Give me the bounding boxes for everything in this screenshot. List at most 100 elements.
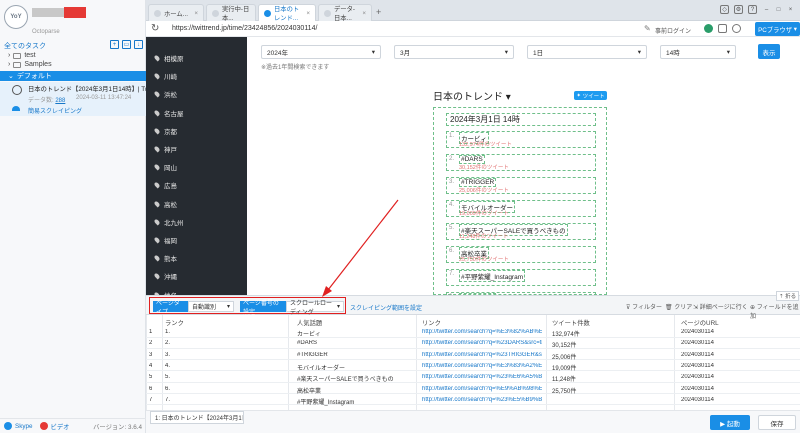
trend-heading[interactable]: 日本のトレンド ▾: [433, 88, 511, 103]
city-item[interactable]: 福岡: [153, 235, 177, 245]
city-item[interactable]: 京都: [153, 126, 177, 136]
maximize-icon[interactable]: □: [774, 5, 783, 14]
detail-page-button[interactable]: ⇲ 詳細ページに行く: [693, 302, 748, 311]
trend-name[interactable]: #平野紫耀_Instagram: [459, 270, 526, 282]
table-cell[interactable]: 2024030114: [681, 386, 791, 392]
folder-test[interactable]: › test: [8, 52, 36, 59]
table-cell[interactable]: #TRIGGER: [297, 352, 415, 358]
import-icon[interactable]: ↓: [134, 40, 143, 49]
task-title[interactable]: 日本のトレンド【2024年3月1日14時】| Tw...: [28, 84, 154, 93]
city-item[interactable]: 高松: [153, 199, 177, 209]
clear-button[interactable]: 🗑 クリア: [665, 302, 692, 311]
pre-login-button[interactable]: 事前ログイン: [655, 26, 691, 35]
city-item[interactable]: 浜松: [153, 89, 177, 99]
table-cell[interactable]: カービィ: [297, 329, 415, 338]
all-tasks-title[interactable]: 全てのタスク: [4, 41, 46, 51]
table-cell[interactable]: 1.: [165, 329, 275, 335]
table-cell[interactable]: 3.: [165, 352, 275, 358]
city-item[interactable]: 広島: [153, 180, 177, 190]
table-cell[interactable]: #平野紫耀_Instagram: [297, 397, 415, 406]
table-cell[interactable]: http://twitter.com/search?q=%23%E6%A5%BD…: [422, 374, 542, 380]
gift-icon[interactable]: ◇: [720, 5, 729, 14]
data-count-link[interactable]: 288: [55, 98, 65, 104]
table-cell[interactable]: 25,006件: [552, 352, 662, 361]
tab-running[interactable]: 実行中-日本...: [206, 4, 256, 21]
city-item[interactable]: 相模原: [153, 53, 184, 63]
table-cell[interactable]: 2024030114: [681, 340, 791, 346]
new-task-icon[interactable]: +: [110, 40, 119, 49]
table-cell[interactable]: 132,974件: [552, 329, 662, 338]
show-button[interactable]: 表示: [758, 44, 780, 59]
table-cell[interactable]: http://twitter.com/search?q=%E3%82%AB%E3…: [422, 329, 542, 335]
status-icon[interactable]: [704, 24, 713, 33]
folder-samples[interactable]: › Samples: [8, 61, 52, 68]
tab-trend[interactable]: 日本のトレンド... ×: [258, 4, 316, 21]
table-cell[interactable]: 11,248件: [552, 374, 662, 383]
filter-button[interactable]: ⊽ フィルター: [626, 302, 662, 311]
day-select[interactable]: 1日 ▾: [527, 45, 647, 59]
city-item[interactable]: 岡山: [153, 162, 177, 172]
table-cell[interactable]: http://twitter.com/search?q=%E9%AB%98%E6…: [422, 386, 542, 392]
table-cell[interactable]: 2024030114: [681, 397, 791, 403]
table-cell[interactable]: 2024030114: [681, 363, 791, 369]
scroll-range-link[interactable]: スクレイピング範囲を設定: [350, 303, 422, 312]
close-icon[interactable]: ×: [194, 10, 198, 17]
cookie-icon[interactable]: [718, 24, 727, 33]
table-cell[interactable]: 4.: [165, 363, 275, 369]
table-cell[interactable]: #楽天スーパーSALEで買うべきもの: [297, 374, 415, 383]
table-cell[interactable]: 2024030114: [681, 352, 791, 358]
close-icon[interactable]: ×: [362, 10, 366, 17]
table-cell[interactable]: 6.: [165, 386, 275, 392]
table-cell[interactable]: 2.: [165, 340, 275, 346]
folder-default[interactable]: ⌄ デフォルト: [0, 71, 146, 81]
table-cell[interactable]: 2024030114: [681, 374, 791, 380]
url-input[interactable]: https://twittrend.jp/time/23424856/20240…: [172, 25, 317, 32]
tab-home[interactable]: ホーム... ×: [148, 4, 204, 21]
reload-icon[interactable]: ↻: [151, 23, 159, 34]
clock-icon[interactable]: [732, 24, 741, 33]
save-button[interactable]: 保存: [758, 415, 796, 430]
table-cell[interactable]: 7.: [165, 397, 275, 403]
new-tab-icon[interactable]: +: [376, 7, 381, 17]
gear-icon[interactable]: ⚙: [734, 5, 743, 14]
table-cell[interactable]: 19,009件: [552, 363, 662, 372]
table-cell[interactable]: 30,152件: [552, 340, 662, 349]
table-cell[interactable]: http://twitter.com/search?q=%23DARS&src=…: [422, 340, 542, 346]
skype-link[interactable]: Skype: [15, 423, 33, 430]
run-button[interactable]: ▶ 起動: [710, 415, 750, 430]
pc-browser-button[interactable]: PCブラウザ ▾: [755, 22, 800, 36]
column-header[interactable]: ランク: [165, 318, 184, 327]
year-select[interactable]: 2024年 ▾: [261, 45, 381, 59]
city-item[interactable]: 熊本: [153, 253, 177, 263]
city-item[interactable]: 川崎: [153, 71, 177, 81]
month-select[interactable]: 3月 ▾: [394, 45, 514, 59]
new-folder-icon[interactable]: ▭: [122, 40, 131, 49]
collapse-button[interactable]: ⇡ 折る: [776, 291, 800, 301]
column-header[interactable]: ページのURL: [681, 318, 719, 327]
video-link[interactable]: ビデオ: [51, 422, 70, 431]
city-item[interactable]: 名古屋: [153, 108, 184, 118]
help-icon[interactable]: ?: [748, 5, 757, 14]
city-item[interactable]: 北九州: [153, 217, 184, 227]
tab-data[interactable]: データ-日本... ×: [318, 4, 372, 21]
close-window-icon[interactable]: ×: [786, 5, 795, 14]
step-tab[interactable]: 1: 日本のトレンド【2024年3月1日...: [150, 411, 244, 424]
column-header[interactable]: ツイート件数: [552, 318, 590, 327]
close-icon[interactable]: ×: [306, 10, 310, 17]
table-cell[interactable]: http://twitter.com/search?q=%23TRIGGER&s…: [422, 352, 542, 358]
tweet-button[interactable]: ✦ ツイート: [574, 91, 607, 100]
table-cell[interactable]: 25,750件: [552, 386, 662, 395]
city-item[interactable]: 神戸: [153, 144, 177, 154]
table-cell[interactable]: #DARS: [297, 340, 415, 346]
edit-icon[interactable]: ✎: [644, 24, 651, 33]
minimize-icon[interactable]: –: [762, 5, 771, 14]
table-cell[interactable]: 高松卒業: [297, 386, 415, 395]
city-item[interactable]: 沖縄: [153, 271, 177, 281]
column-header[interactable]: 人気話題: [297, 318, 322, 327]
table-cell[interactable]: http://twitter.com/search?q=%E3%83%A2%E3…: [422, 363, 542, 369]
table-cell[interactable]: モバイルオーダー: [297, 363, 415, 372]
hour-select[interactable]: 14時 ▾: [660, 45, 736, 59]
column-header[interactable]: リンク: [422, 318, 441, 327]
table-cell[interactable]: 2024030114: [681, 329, 791, 335]
table-cell[interactable]: 5.: [165, 374, 275, 380]
